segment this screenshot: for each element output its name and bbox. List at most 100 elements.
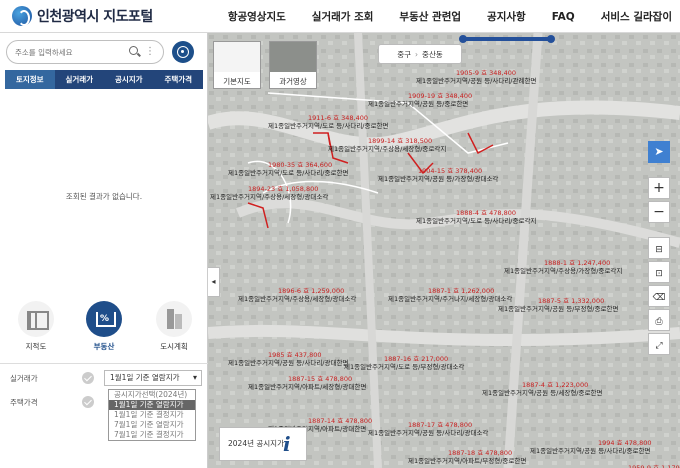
parcel-price-label[interactable]: 1911-6 효 348,400 — [308, 114, 368, 122]
parcel-zone-label: 제1종일반주거지역/도로 등/사다리/중로한면 — [228, 168, 348, 177]
aerial-map-canvas: 1905-9 효 348,400제1종일반주거지역/공원 등/사다리/관례한면 1… — [208, 33, 680, 468]
search-row: ⋮ — [6, 39, 202, 65]
parcel-zone-label: 제1종일반주거지역/공원 등/세장형/중로한면 — [482, 388, 602, 397]
parcel-zone-label: 제1종일반주거지역/공원 등/사다리/중로한면 — [530, 446, 650, 455]
dropdown-option[interactable]: 공시지가선택(2024년) — [109, 390, 195, 400]
parcel-price-label[interactable]: 1887-17 효 478,800 — [408, 421, 472, 429]
parcel-price-label[interactable]: 1905-9 효 348,400 — [456, 69, 516, 77]
cadastral-map-icon — [18, 301, 54, 337]
parcel-zone-label: 제1종일반주거지역/도로 등/부정형/광대소각 — [344, 362, 464, 371]
tool-gap — [648, 225, 670, 237]
parcel-price-label[interactable]: 1887-15 효 478,800 — [288, 375, 352, 383]
check-icon[interactable] — [82, 372, 94, 384]
parcel-zone-label: 제1종일반주거지역/주상용/세장형/광대소각 — [238, 294, 356, 303]
parcel-zone-label: 제1종일반주거지역/도로 등/사다리/중로각지 — [416, 216, 536, 225]
parcel-price-label[interactable]: 1887-1 효 1,262,000 — [428, 287, 494, 295]
chevron-right-icon: › — [415, 49, 419, 59]
tab-real-transaction[interactable]: 실거래가 — [55, 70, 105, 89]
option-label: 실거래가 — [10, 373, 38, 383]
info-icon[interactable]: i — [283, 432, 301, 456]
parcel-zone-label: 제1종일반주거지역/아파트/부정형/중로한면 — [408, 456, 526, 465]
measure-area-icon[interactable]: ⊡ — [648, 261, 670, 283]
zoom-out-icon[interactable]: − — [648, 201, 670, 223]
parcel-price-label[interactable]: 1887-14 효 478,800 — [308, 417, 372, 425]
zoom-in-icon[interactable]: + — [648, 177, 670, 199]
layer-city-plan[interactable]: 도시계획 — [149, 301, 199, 352]
nav-service-guide[interactable]: 서비스 길라잡이 — [601, 9, 672, 24]
parcel-price-label[interactable]: 1994 효 478,800 — [598, 439, 652, 447]
measure-distance-icon[interactable]: ⊟ — [648, 237, 670, 259]
parcel-zone-label: 제1종일반주거지역/아파트/세장형/광대한면 — [248, 382, 366, 391]
parcel-zone-label: 제1종일반주거지역/공원 등/사다리/관례한면 — [416, 76, 536, 85]
thumb-label: 기본지도 — [223, 77, 251, 86]
map-view[interactable]: 1905-9 효 348,400 제1종일반주거지역/공원 등/사다리/관례한면 1… — [208, 33, 680, 468]
basic-map-preview-icon — [214, 42, 260, 72]
search-box: ⋮ — [6, 40, 164, 64]
location-breadcrumb[interactable]: 중구 › 중산동 — [378, 44, 462, 64]
thumb-past-imagery[interactable]: 과거영상 — [269, 41, 317, 89]
parcel-price-label[interactable]: 1888-1 효 1,247,400 — [544, 259, 610, 267]
nav-real-transaction[interactable]: 실거래가 조회 — [312, 9, 374, 24]
map-scale-bar — [459, 35, 555, 43]
check-icon[interactable] — [82, 396, 94, 408]
parcel-price-label[interactable]: 1894-23 효 1,058,800 — [248, 185, 318, 193]
parcel-zone-label: 제1종일반주거지역/도로 등/사다리/중로한면 — [268, 121, 388, 130]
layer-cadastral[interactable]: 지적도 — [11, 301, 61, 352]
parcel-price-label[interactable]: 1887-18 효 478,800 — [448, 449, 512, 457]
parcel-price-label[interactable]: 1887-5 효 1,332,000 — [538, 297, 604, 305]
empty-result-message: 조회된 결과가 없습니다. — [65, 192, 143, 201]
map-toolbar: ➤ + − ⊟ ⊡ ⌫ ⎙ ⤢ — [648, 141, 670, 357]
my-location-button[interactable] — [172, 41, 194, 63]
parcel-price-label[interactable]: 1899-14 효 318,500 — [368, 137, 432, 145]
past-imagery-preview-icon — [270, 42, 316, 72]
thumb-label: 과거영상 — [279, 77, 307, 86]
parcel-zone-label: 제1종일반주거지역/주거나지/세장형/광대소각 — [388, 294, 512, 303]
option-label: 주택가격 — [10, 397, 38, 407]
nav-aerial-map[interactable]: 항공영상지도 — [228, 9, 286, 24]
sidebar-collapse-handle[interactable]: ◂ — [208, 267, 220, 297]
dropdown-option[interactable]: 1월1일 기준 결정지가 — [109, 410, 195, 420]
breadcrumb-dong: 중산동 — [422, 49, 443, 59]
parcel-price-label[interactable]: 1887-4 효 1,223,000 — [522, 381, 588, 389]
land-price-dropdown: 공시지가선택(2024년) 1월1일 기준 열람지가 1월1일 기준 결정지가 … — [108, 389, 196, 441]
layer-label: 부동산 — [93, 342, 115, 351]
dropdown-option[interactable]: 7월1일 기준 결정지가 — [109, 430, 195, 440]
layer-real-estate[interactable]: 부동산 — [79, 301, 129, 352]
parcel-zone-label: 제1종일반주거지역/공원 등/가장형/광대소각 — [378, 174, 498, 183]
nav-realty-business[interactable]: 부동산 관련업 — [399, 9, 461, 24]
parcel-price-label[interactable]: 1980-35 효 364,600 — [268, 161, 332, 169]
city-plan-icon — [156, 301, 192, 337]
more-options-icon[interactable]: ⋮ — [145, 46, 155, 58]
search-icon[interactable] — [129, 46, 141, 58]
nav-faq[interactable]: FAQ — [552, 11, 575, 23]
top-header: 인천광역시 지도포털 항공영상지도 실거래가 조회 부동산 관련업 공지사항 F… — [0, 0, 680, 33]
parcel-price-label[interactable]: 1985 효 437,800 — [268, 351, 322, 359]
layer-label: 지적도 — [25, 342, 47, 351]
tab-land-info[interactable]: 토지정보 — [5, 70, 55, 89]
thumb-basic-map[interactable]: 기본지도 — [213, 41, 261, 89]
print-icon[interactable]: ⎙ — [648, 309, 670, 331]
parcel-zone-label: 제1종일반주거지역/주상용/세장형/중로각지 — [328, 144, 446, 153]
dropdown-option[interactable]: 7월1일 기준 열람지가 — [109, 420, 195, 430]
expand-icon[interactable]: ⤢ — [648, 333, 670, 355]
incheon-logo-icon — [12, 6, 32, 26]
site-logo[interactable]: 인천광역시 지도포털 — [12, 6, 153, 26]
parcel-price-label[interactable]: 1887-16 효 217,000 — [384, 355, 448, 363]
parcel-price-label[interactable]: 1888-4 효 478,800 — [456, 209, 516, 217]
dropdown-option[interactable]: 1월1일 기준 열람지가 — [109, 400, 195, 410]
address-search-input[interactable] — [15, 47, 125, 57]
parcel-price-label[interactable]: 1959-9 효 1,179,000 — [628, 464, 680, 468]
nav-notice[interactable]: 공지사항 — [487, 9, 526, 24]
select-icon[interactable]: ➤ — [648, 141, 670, 163]
parcel-zone-label: 제1종일반주거지역/공원 등/사다리/광대한면 — [228, 358, 348, 367]
divider — [0, 363, 208, 364]
main-nav: 항공영상지도 실거래가 조회 부동산 관련업 공지사항 FAQ 서비스 길라잡이 — [202, 0, 672, 33]
eraser-icon[interactable]: ⌫ — [648, 285, 670, 307]
parcel-price-label[interactable]: 1909-19 효 348,400 — [408, 92, 472, 100]
tab-public-land-price[interactable]: 공시지가 — [104, 70, 154, 89]
land-price-select[interactable]: 1월1일 기준 열람지가 — [104, 370, 202, 386]
option-real-transaction: 실거래가 1월1일 기준 열람지가 — [10, 370, 202, 386]
parcel-price-label[interactable]: 1896-6 효 1,259,000 — [278, 287, 344, 295]
tab-housing-price[interactable]: 주택가격 — [154, 70, 204, 89]
parcel-price-label[interactable]: 1904-15 효 378,400 — [418, 167, 482, 175]
